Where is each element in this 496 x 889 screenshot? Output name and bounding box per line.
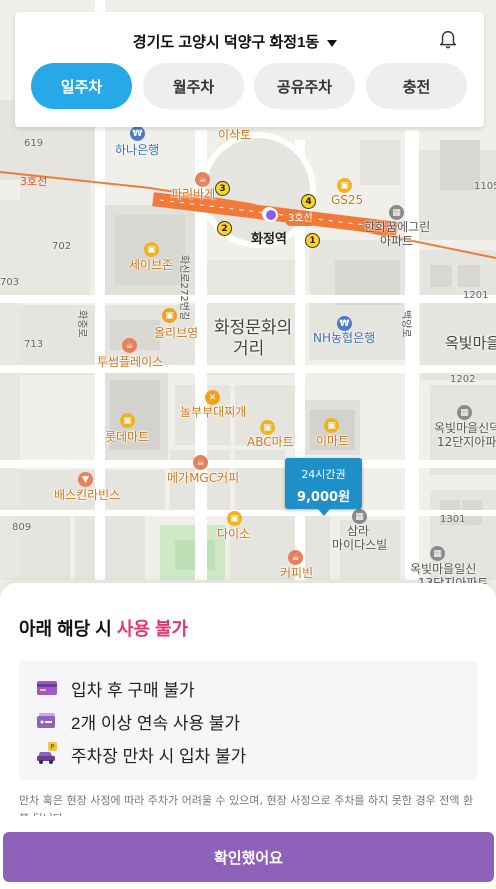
building-icon: ▦ bbox=[389, 205, 404, 220]
poi-label[interactable]: 올리브영 bbox=[154, 326, 198, 340]
marker-pointer bbox=[318, 509, 330, 516]
tab-monthly-parking[interactable]: 월주차 bbox=[143, 63, 244, 109]
poi-label[interactable]: 세이브존 bbox=[129, 258, 173, 272]
notice-bottom-sheet: 아래 해당 시 사용 불가 입차 후 구매 불가 2개 이상 연속 사용 불가 bbox=[0, 583, 496, 889]
poi-label[interactable]: NH농협은행 bbox=[313, 331, 375, 345]
shopping-icon: ▣ bbox=[260, 420, 275, 435]
street-label: 화중로 bbox=[76, 310, 87, 338]
building-icon: ▦ bbox=[352, 509, 367, 524]
cafe-icon: ☕ bbox=[122, 338, 137, 353]
tab-charging[interactable]: 충전 bbox=[366, 63, 467, 109]
chevron-down-icon[interactable] bbox=[327, 39, 338, 47]
poi-label[interactable]: 한화꿈에그린 bbox=[364, 220, 430, 234]
bell-icon[interactable] bbox=[437, 29, 459, 51]
area-label: 거리 bbox=[233, 339, 265, 359]
tab-daily-parking[interactable]: 일주차 bbox=[31, 63, 132, 109]
exit-2-icon: 2 bbox=[217, 221, 232, 236]
shopping-icon: ▣ bbox=[227, 511, 242, 526]
station-label: 화정역 bbox=[251, 232, 287, 247]
svg-text:P: P bbox=[50, 743, 54, 751]
restriction-list: 입차 후 구매 불가 2개 이상 연속 사용 불가 P 주차장 만차 시 입차 … bbox=[19, 661, 478, 780]
parking-price-marker[interactable]: 24시간권 9,000원 bbox=[285, 458, 362, 509]
exit-1-icon: 1 bbox=[305, 233, 320, 248]
poi-label[interactable]: 삼라 bbox=[347, 524, 369, 538]
icecream-icon: ▼ bbox=[78, 472, 93, 487]
location-label[interactable]: 경기도 고양시 덕양구 화정1동 bbox=[133, 34, 319, 51]
building-number: 702 bbox=[52, 241, 72, 252]
restriction-text: 입차 후 구매 불가 bbox=[71, 680, 195, 700]
cafe-icon: ☕ bbox=[288, 550, 303, 565]
shopping-icon: ▣ bbox=[144, 242, 159, 257]
street-label: 백양로 bbox=[400, 310, 411, 338]
building-number: 619 bbox=[24, 138, 44, 149]
tab-shared-parking[interactable]: 공유주차 bbox=[254, 63, 355, 109]
sheet-title-highlight: 사용 불가 bbox=[116, 619, 189, 639]
poi-label[interactable]: 배스킨라빈스 bbox=[54, 488, 120, 502]
tickets-icon bbox=[37, 713, 55, 728]
street-label: 화신로272번길 bbox=[178, 255, 189, 321]
poi-label[interactable]: 메가MGC커피 bbox=[167, 471, 239, 485]
cafe-icon: ☕ bbox=[193, 455, 208, 470]
area-label: 옥빛마을 bbox=[445, 334, 496, 352]
poi-label[interactable]: 투썸플레이스 bbox=[97, 355, 163, 369]
building-icon: ▦ bbox=[457, 405, 472, 420]
restriction-text: 2개 이상 연속 사용 불가 bbox=[71, 713, 241, 733]
my-location-dot bbox=[264, 208, 278, 222]
poi-label[interactable]: 롯데마트 bbox=[105, 430, 149, 444]
sheet-title-prefix: 아래 해당 시 bbox=[19, 619, 112, 639]
poi-label[interactable]: 이마트 bbox=[316, 434, 349, 448]
bank-icon: ₩ bbox=[130, 126, 145, 141]
poi-label[interactable]: GS25 bbox=[331, 193, 363, 207]
building-number: 703 bbox=[0, 277, 20, 288]
poi-label[interactable]: ABC마트 bbox=[247, 435, 294, 449]
bank-icon: ₩ bbox=[337, 316, 352, 331]
exit-4-icon: 4 bbox=[301, 194, 316, 209]
poi-label[interactable]: 옥빛마을일신 bbox=[410, 562, 476, 576]
poi-label[interactable]: 옥빛마을신덕 bbox=[434, 421, 496, 435]
car-full-icon: P bbox=[37, 742, 57, 764]
store-icon: ▣ bbox=[337, 178, 352, 193]
disclaimer-text: 만차 혹은 현장 사정에 따라 주차가 어려울 수 있으며, 현장 사정으로 주… bbox=[19, 794, 474, 816]
cafe-icon: ☕ bbox=[195, 172, 210, 187]
restriction-text: 주차장 만차 시 입차 불가 bbox=[71, 746, 247, 766]
marker-label: 24시간권 bbox=[301, 468, 346, 481]
poi-label[interactable]: 12단지아파트 bbox=[437, 435, 496, 449]
exit-3-icon: 3 bbox=[215, 181, 230, 196]
list-item: 입차 후 구매 불가 bbox=[35, 676, 195, 700]
building-number: 1202 bbox=[450, 374, 476, 385]
building-number: 1105 bbox=[474, 181, 496, 192]
sheet-title: 아래 해당 시 사용 불가 bbox=[19, 615, 188, 641]
shopping-icon: ▣ bbox=[162, 308, 177, 323]
building-number: 1201 bbox=[463, 290, 489, 301]
building-number: 809 bbox=[12, 522, 32, 533]
poi-label[interactable]: 커피빈 bbox=[280, 566, 313, 580]
location-selector[interactable]: 경기도 고양시 덕양구 화정1동 bbox=[15, 31, 455, 52]
poi-label[interactable]: 하나은행 bbox=[115, 143, 159, 157]
building-number: 713 bbox=[24, 339, 44, 350]
poi-label[interactable]: 파리바게 bbox=[171, 187, 215, 201]
building-number: 1301 bbox=[440, 514, 466, 525]
poi-label[interactable]: 아파트 bbox=[380, 234, 413, 248]
poi-label[interactable]: 이삭토 bbox=[218, 128, 251, 142]
poi-label[interactable]: 다이소 bbox=[217, 527, 250, 541]
card-icon bbox=[37, 681, 57, 695]
poi-label[interactable]: 마이다스빌 bbox=[332, 538, 387, 552]
header-card: 경기도 고양시 덕양구 화정1동 일주차 월주차 공유주차 충전 bbox=[15, 12, 484, 127]
line-3-label: 3호선 bbox=[20, 175, 48, 188]
list-item: P 주차장 만차 시 입차 불가 bbox=[35, 742, 246, 766]
area-label: 화정문화의 bbox=[214, 318, 293, 338]
list-item: 2개 이상 연속 사용 불가 bbox=[35, 709, 240, 733]
poi-label[interactable]: 놀부부대찌개 bbox=[180, 405, 246, 419]
shopping-icon: ▣ bbox=[120, 413, 135, 428]
shopping-icon: ▣ bbox=[324, 418, 339, 433]
marker-price: 9,000원 bbox=[296, 490, 351, 505]
building-icon: ▦ bbox=[430, 546, 445, 561]
confirm-button[interactable]: 확인했어요 bbox=[3, 832, 494, 882]
line-3-badge: 3호선 bbox=[285, 212, 316, 226]
restaurant-icon: ✕ bbox=[205, 390, 220, 405]
